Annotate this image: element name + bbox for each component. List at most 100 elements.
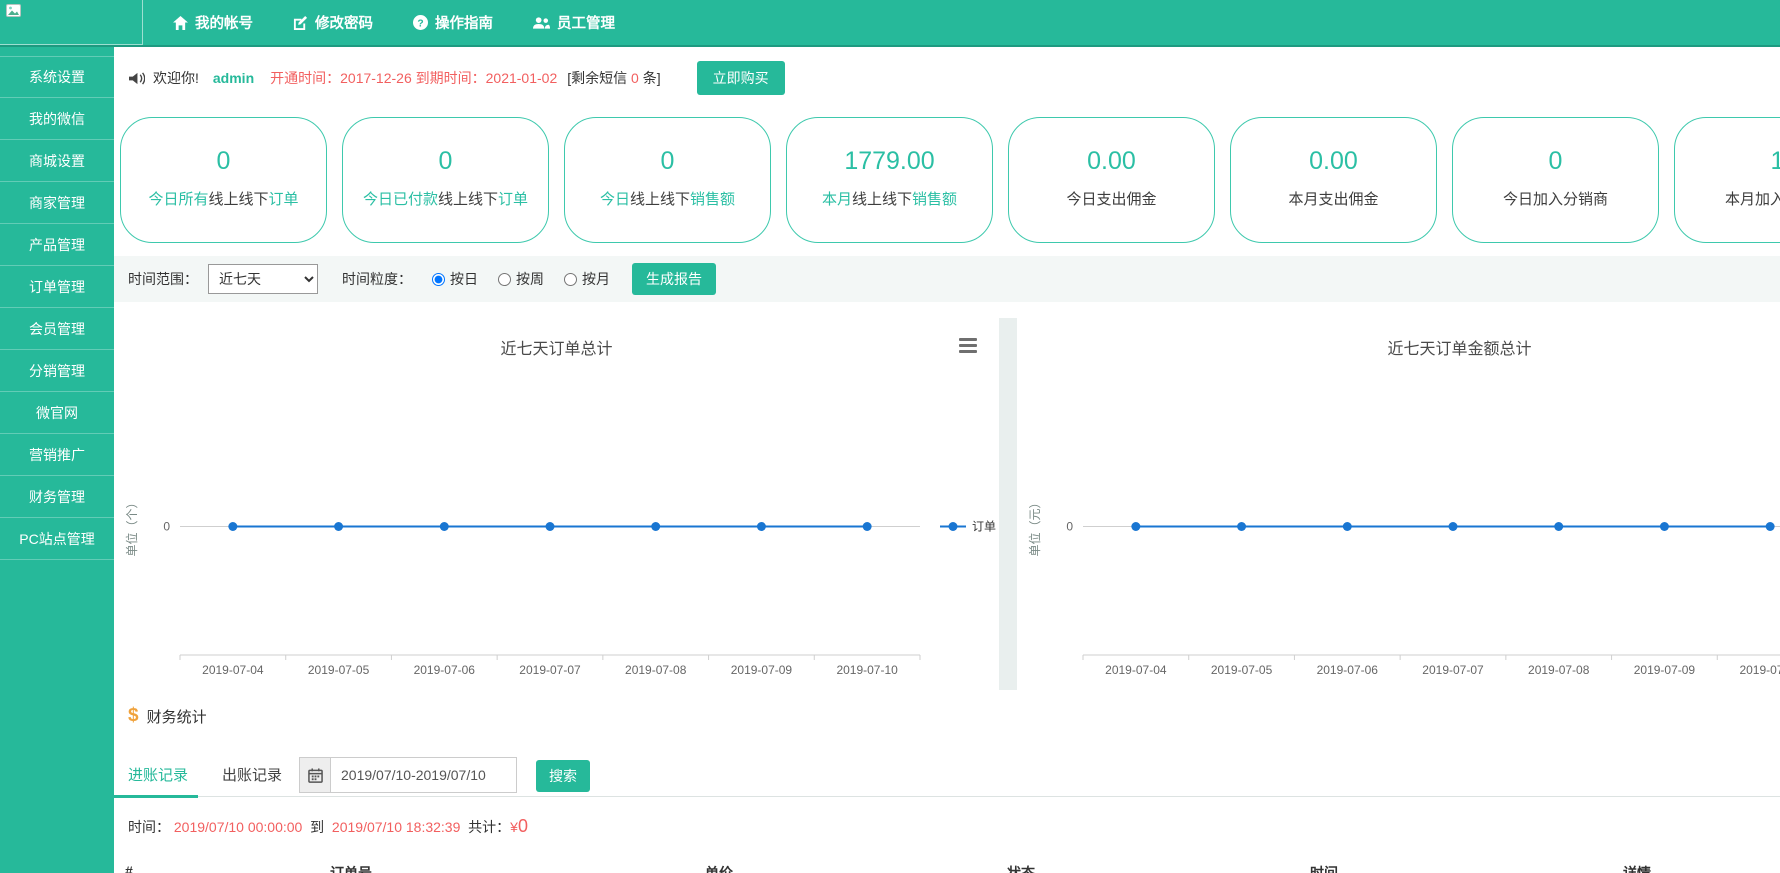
sidebar-item-micro-site[interactable]: 微官网 <box>0 392 114 434</box>
stat-label: 今日所有线上线下订单 <box>121 188 326 209</box>
granularity-label: 时间粒度： <box>342 269 412 289</box>
calendar-icon <box>308 768 323 783</box>
granularity-option-daily[interactable]: 按日 <box>432 269 478 289</box>
logo <box>0 0 143 45</box>
svg-text:2019-07-07: 2019-07-07 <box>519 663 581 677</box>
stat-label-mid: 今日加入分销商 <box>1503 191 1608 208</box>
stat-value: 0 <box>121 144 326 178</box>
stat-label: 今日支出佣金 <box>1009 188 1214 209</box>
radio-monthly[interactable] <box>564 273 577 286</box>
stat-value: 0 <box>343 144 548 178</box>
sidebar-item-merchant-mgmt[interactable]: 商家管理 <box>0 182 114 224</box>
stat-value: 1 <box>1675 144 1780 178</box>
stat-label-post: 销售额 <box>690 191 735 208</box>
radio-daily[interactable] <box>432 273 445 286</box>
stat-card-today-sales: 0 今日线上线下销售额 <box>564 117 771 243</box>
sidebar: 系统设置 我的微信 商城设置 商家管理 产品管理 订单管理 会员管理 分销管理 … <box>0 47 114 873</box>
sidebar-item-marketing[interactable]: 营销推广 <box>0 434 114 476</box>
granularity-option-weekly[interactable]: 按周 <box>498 269 544 289</box>
stat-label-post: 销售额 <box>912 191 957 208</box>
svg-text:订单: 订单 <box>972 520 996 534</box>
sidebar-item-label: 分销管理 <box>29 361 85 381</box>
svg-text:2019-07-06: 2019-07-06 <box>1317 663 1379 677</box>
sidebar-item-my-wechat[interactable]: 我的微信 <box>0 98 114 140</box>
sidebar-item-label: 商城设置 <box>29 151 85 171</box>
report-filter-bar: 时间范围： 近七天 时间粒度： 按日 按周 按月 生成报告 <box>114 256 1780 302</box>
stat-label-mid: 本月支出佣金 <box>1288 191 1378 208</box>
time-to: 2019/07/10 18:32:39 <box>332 819 460 835</box>
orders-chart-panel: 近七天订单总计 2019-07-042019-07-052019-07-0620… <box>114 318 999 690</box>
sms-count: 0 <box>631 70 639 86</box>
speaker-icon <box>128 71 145 86</box>
nav-item-staff[interactable]: 员工管理 <box>533 12 615 33</box>
stat-card-today-commission: 0.00 今日支出佣金 <box>1008 117 1215 243</box>
stat-label: 今日加入分销商 <box>1453 188 1658 209</box>
records-table-header: # 订单号 单价 状态 时间 详情 <box>114 856 1780 873</box>
sidebar-item-finance-mgmt[interactable]: 财务管理 <box>0 476 114 518</box>
stat-label-mid: 线上线下 <box>630 191 690 208</box>
sidebar-item-product-mgmt[interactable]: 产品管理 <box>0 224 114 266</box>
finance-section-title: $ 财务统计 <box>128 705 207 727</box>
time-range-label: 时间范围： <box>128 269 198 289</box>
sidebar-item-label: 财务管理 <box>29 487 85 507</box>
date-range-group <box>299 757 517 793</box>
svg-text:2019-07-10: 2019-07-10 <box>836 663 898 677</box>
svg-text:单位（个）: 单位（个） <box>124 496 139 556</box>
total-label: 共计： <box>468 817 510 837</box>
radio-label: 按月 <box>582 269 610 289</box>
sidebar-item-pc-site-mgmt[interactable]: PC站点管理 <box>0 518 114 560</box>
tab-outgoing-records[interactable]: 出账记录 <box>222 764 282 785</box>
stat-label-post: 订单 <box>269 191 299 208</box>
search-button[interactable]: 搜索 <box>536 760 590 792</box>
buy-now-button[interactable]: 立即购买 <box>697 61 785 95</box>
nav-item-label: 员工管理 <box>557 12 615 33</box>
welcome-bar: 欢迎你! admin 开通时间：2017-12-26 到期时间：2021-01-… <box>114 47 1780 109</box>
currency-symbol: ¥ <box>510 819 518 835</box>
active-tab-underline <box>114 795 198 798</box>
nav-menu: 我的帐号 修改密码 ? 操作指南 员工管理 <box>173 0 615 45</box>
stat-label-mid: 本月加入分销商 <box>1725 191 1780 208</box>
broken-image-icon <box>6 4 21 17</box>
granularity-option-monthly[interactable]: 按月 <box>564 269 610 289</box>
chart-legend[interactable]: 订单 <box>940 520 996 534</box>
sidebar-item-order-mgmt[interactable]: 订单管理 <box>0 266 114 308</box>
date-range-input[interactable] <box>331 757 517 793</box>
col-time: 时间 <box>1310 863 1338 873</box>
generate-report-button[interactable]: 生成报告 <box>632 263 716 295</box>
sidebar-item-system-settings[interactable]: 系统设置 <box>0 56 114 98</box>
calendar-addon[interactable] <box>299 757 331 793</box>
sidebar-item-member-mgmt[interactable]: 会员管理 <box>0 308 114 350</box>
stat-label-post: 订单 <box>498 191 528 208</box>
nav-item-label: 我的帐号 <box>195 12 253 33</box>
dollar-icon: $ <box>128 705 139 727</box>
sidebar-item-label: 系统设置 <box>29 67 85 87</box>
sidebar-item-mall-settings[interactable]: 商城设置 <box>0 140 114 182</box>
tab-income-records[interactable]: 进账记录 <box>128 764 188 785</box>
stat-card-month-sales: 1779.00 本月线上线下销售额 <box>786 117 993 243</box>
nav-item-guide[interactable]: ? 操作指南 <box>413 12 493 33</box>
sidebar-item-distribution-mgmt[interactable]: 分销管理 <box>0 350 114 392</box>
sidebar-item-label: PC站点管理 <box>19 529 94 549</box>
nav-item-label: 操作指南 <box>435 12 493 33</box>
nav-item-change-password[interactable]: 修改密码 <box>293 12 373 33</box>
stat-label-pre: 今日 <box>600 191 630 208</box>
svg-text:2019-07-04: 2019-07-04 <box>1105 663 1167 677</box>
sidebar-item-label: 产品管理 <box>29 235 85 255</box>
home-icon <box>173 16 188 30</box>
radio-weekly[interactable] <box>498 273 511 286</box>
time-range-select[interactable]: 近七天 <box>208 264 318 294</box>
sidebar-item-label: 商家管理 <box>29 193 85 213</box>
sidebar-item-label: 微官网 <box>36 403 78 423</box>
col-order-no: 订单号 <box>330 863 372 873</box>
svg-text:2019-07-05: 2019-07-05 <box>1211 663 1273 677</box>
svg-text:2019-07-05: 2019-07-05 <box>308 663 370 677</box>
stat-value: 0.00 <box>1009 144 1214 178</box>
stat-cards-row: 0 今日所有线上线下订单 0 今日已付款线上线下订单 0 今日线上线下销售额 1… <box>120 117 1780 245</box>
radio-label: 按周 <box>516 269 544 289</box>
stat-label-pre: 本月 <box>822 191 852 208</box>
svg-text:0: 0 <box>1066 520 1073 534</box>
sidebar-item-label: 订单管理 <box>29 277 85 297</box>
nav-item-my-account[interactable]: 我的帐号 <box>173 12 253 33</box>
top-navbar: 我的帐号 修改密码 ? 操作指南 员工管理 <box>0 0 1780 47</box>
charts-region: 近七天订单总计 2019-07-042019-07-052019-07-0620… <box>114 318 1780 690</box>
